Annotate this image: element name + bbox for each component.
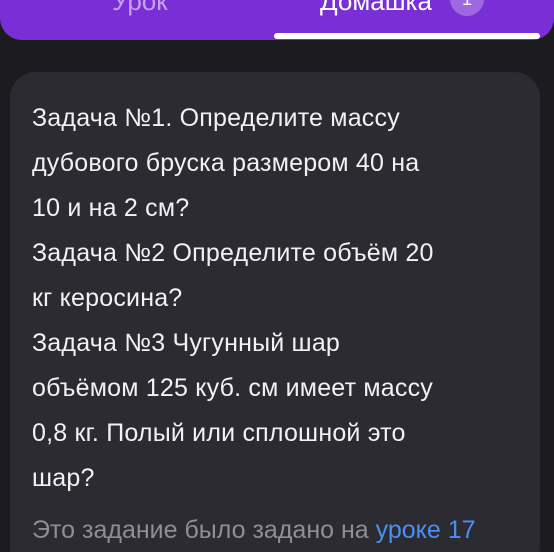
homework-card: Задача №1. Определите массу дубового бру… [10, 72, 540, 552]
task-line: объёмом 125 куб. см имеет массу [32, 374, 433, 402]
task-line: шар? [32, 464, 95, 492]
task-line: Задача №2 Определите объём 20 [32, 239, 434, 267]
tab-homework[interactable]: Домашка [320, 0, 432, 16]
task-line: дубового бруска размером 40 на [32, 149, 420, 177]
tab-bar: Урок Домашка 1 [0, 0, 554, 40]
assigned-in-lesson-note: Это задание было задано на уроке 17 [32, 514, 476, 546]
assigned-note-text: Это задание было задано на [32, 516, 376, 544]
homework-count-badge: 1 [450, 0, 484, 16]
task-line: кг керосина? [32, 284, 183, 312]
task-line: 0,8 кг. Полый или сплошной это [32, 419, 406, 447]
tab-lesson[interactable]: Урок [112, 0, 168, 16]
task-line: 10 и на 2 см? [32, 194, 190, 222]
active-tab-indicator [274, 33, 540, 39]
task-line: Задача №3 Чугунный шар [32, 329, 341, 357]
task-line: Задача №1. Определите массу [32, 104, 400, 132]
task-text: Задача №1. Определите массу дубового бру… [32, 96, 532, 501]
homework-screen: Урок Домашка 1 Задача №1. Определите мас… [0, 0, 554, 552]
lesson-link[interactable]: уроке 17 [376, 516, 476, 544]
